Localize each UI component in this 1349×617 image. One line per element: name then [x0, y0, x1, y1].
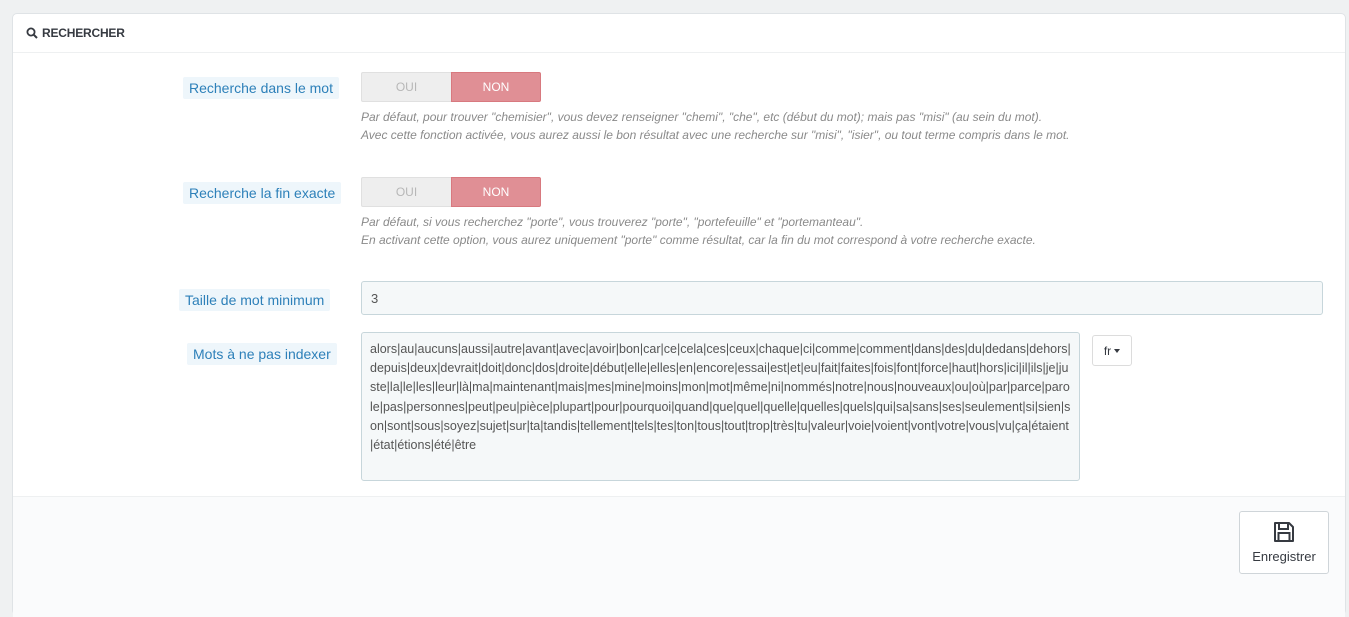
exact-end-help: Par défaut, si vous recherchez "porte", … [361, 213, 1036, 249]
exact-end-no[interactable]: NON [451, 177, 541, 207]
caret-down-icon [1114, 348, 1121, 353]
partial-search-label: Recherche dans le mot [183, 77, 339, 99]
language-dropdown[interactable]: fr [1092, 335, 1132, 366]
save-disk-icon [1274, 522, 1294, 542]
panel-heading: RECHERCHER [13, 14, 1345, 53]
min-word-size-label: Taille de mot minimum [179, 289, 331, 311]
language-code: fr [1103, 343, 1112, 358]
exact-help-line-1: Par défaut, si vous recherchez "porte", … [361, 215, 864, 229]
partial-search-yes[interactable]: OUI [361, 72, 451, 102]
panel-title: RECHERCHER [42, 26, 125, 40]
partial-help-line-1: Par défaut, pour trouver "chemisier", vo… [361, 110, 1043, 124]
min-word-size-input[interactable] [361, 281, 1323, 315]
exact-end-label: Recherche la fin exacte [183, 182, 342, 204]
exact-end-switch: OUI NON [361, 177, 541, 207]
partial-search-no[interactable]: NON [451, 72, 541, 102]
partial-search-switch: OUI NON [361, 72, 541, 102]
search-icon [26, 27, 38, 39]
save-button[interactable]: Enregistrer [1239, 511, 1329, 574]
blacklist-textarea[interactable]: alors|au|aucuns|aussi|autre|avant|avec|a… [361, 332, 1080, 481]
blacklist-label: Mots à ne pas indexer [187, 343, 337, 365]
save-button-label: Enregistrer [1252, 549, 1316, 564]
exact-help-line-2: En activant cette option, vous aurez uni… [361, 233, 1036, 247]
panel-footer [13, 496, 1345, 617]
search-settings-panel: RECHERCHER Recherche dans le mot OUI NON… [12, 13, 1346, 617]
partial-help-line-2: Avec cette fonction activée, vous aurez … [361, 128, 1070, 142]
exact-end-yes[interactable]: OUI [361, 177, 451, 207]
partial-search-help: Par défaut, pour trouver "chemisier", vo… [361, 108, 1069, 144]
